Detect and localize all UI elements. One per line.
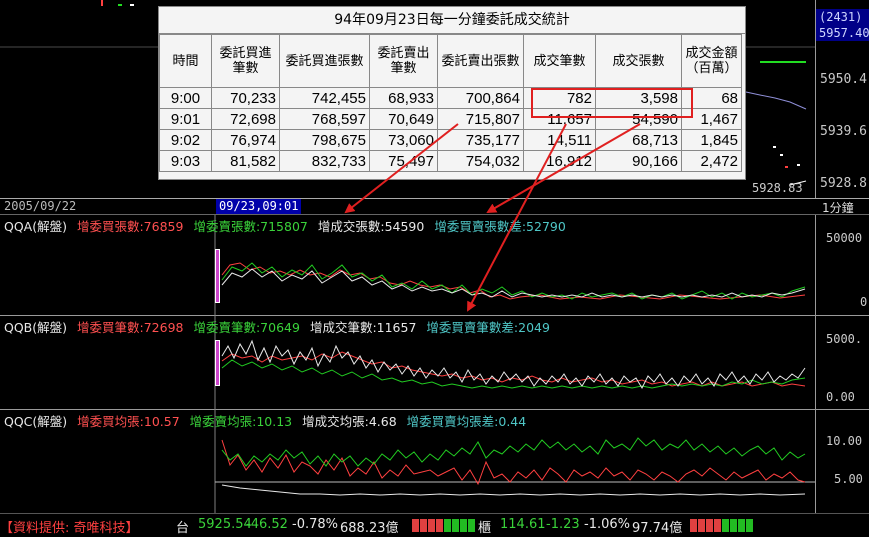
otc-percent: -1.06% bbox=[584, 517, 630, 532]
otc-value: 114.61 bbox=[500, 517, 546, 532]
otc-change: -1.23 bbox=[546, 517, 580, 532]
otc-breadth-bars bbox=[690, 519, 753, 532]
otc-label: 櫃 bbox=[478, 521, 492, 536]
otc-amount: 97.74億 bbox=[632, 521, 683, 536]
taiex-change: -46.52 bbox=[246, 517, 288, 532]
taiex-value: 5925.54 bbox=[198, 517, 252, 532]
arrow-to-trade-count bbox=[467, 123, 567, 312]
taiex-breadth-bars bbox=[412, 519, 475, 532]
taiex-percent: -0.78% bbox=[292, 517, 338, 532]
arrow-to-trade-lots bbox=[486, 123, 641, 214]
arrow-to-sell-lots bbox=[344, 123, 459, 214]
market-status-bar: 【資料提供: 奇唯科技】 台 5925.54 -46.52 -0.78% 688… bbox=[0, 513, 869, 537]
data-source: 【資料提供: 奇唯科技】 bbox=[0, 521, 139, 536]
taiex-label: 台 bbox=[176, 521, 190, 536]
annotation-arrows bbox=[344, 123, 641, 312]
taiex-amount: 688.23億 bbox=[340, 521, 399, 536]
